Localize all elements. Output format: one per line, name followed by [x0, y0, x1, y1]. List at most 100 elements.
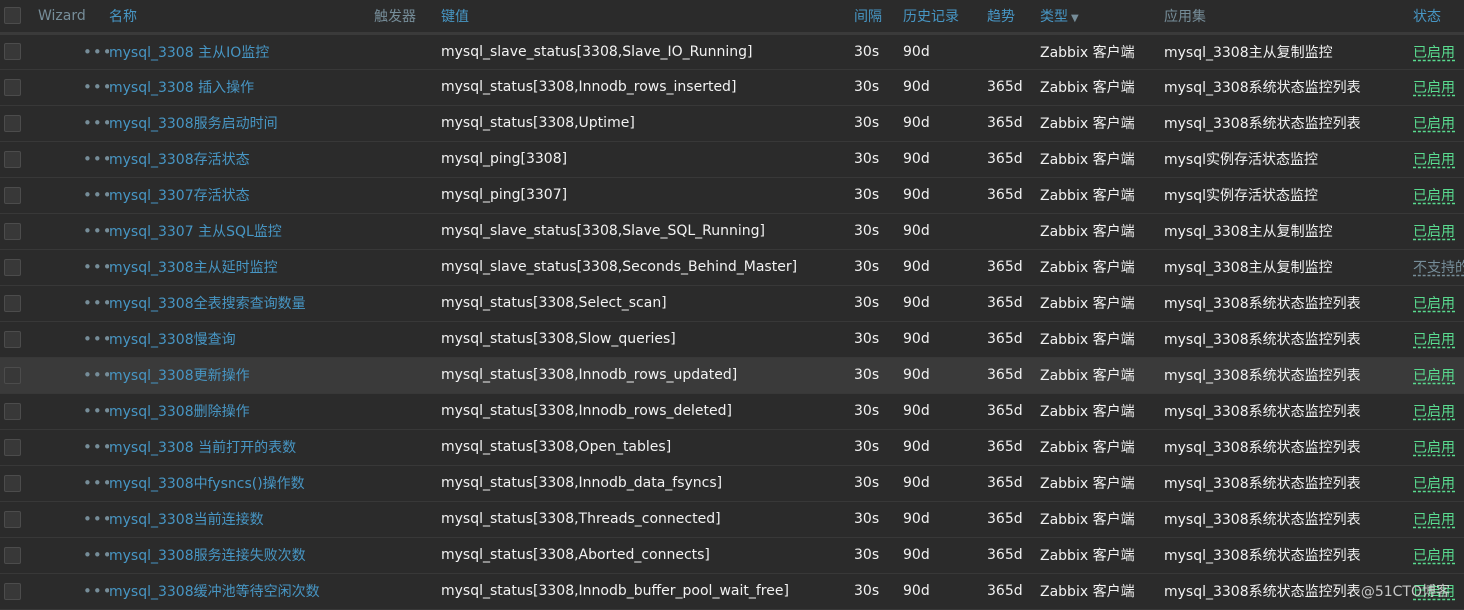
more-actions-icon[interactable]: ••• [38, 78, 109, 96]
more-actions-icon[interactable]: ••• [38, 43, 109, 61]
more-actions-icon[interactable]: ••• [38, 474, 109, 492]
item-status-toggle[interactable]: 已启用 [1413, 332, 1455, 348]
item-name-link[interactable]: mysql_3308当前连接数 [109, 512, 264, 528]
item-interval: 30s [854, 295, 880, 311]
item-name-link[interactable]: mysql_3307 主从SQL监控 [109, 224, 282, 240]
item-triggers [374, 573, 441, 609]
header-history[interactable]: 历史记录 [903, 0, 987, 33]
item-status-toggle[interactable]: 已启用 [1413, 80, 1455, 96]
table-row: •••mysql_3308主从延时监控 mysql_slave_status[33… [0, 249, 1464, 285]
item-application: mysql实例存活状态监控 [1164, 152, 1318, 168]
row-checkbox[interactable] [4, 366, 21, 384]
item-status-toggle[interactable]: 不支持的 [1413, 260, 1464, 276]
item-status-toggle[interactable]: 已启用 [1413, 548, 1455, 564]
item-name-link[interactable]: mysql_3308 主从IO监控 [109, 45, 269, 61]
row-checkbox[interactable] [4, 330, 21, 348]
item-type: Zabbix 客户端 [1040, 332, 1135, 348]
table-row: •••mysql_3307存活状态 mysql_ping[3307] 30s 90d 3… [0, 177, 1464, 213]
row-checkbox[interactable] [4, 402, 21, 420]
item-status-toggle[interactable]: 已启用 [1413, 512, 1455, 528]
more-actions-icon[interactable]: ••• [38, 582, 109, 600]
item-history: 90d [903, 547, 930, 563]
more-actions-icon[interactable]: ••• [38, 546, 109, 564]
item-interval: 30s [854, 331, 880, 347]
item-name-link[interactable]: mysql_3308服务启动时间 [109, 116, 278, 132]
row-checkbox[interactable] [4, 510, 21, 528]
item-status-toggle[interactable]: 已启用 [1413, 224, 1455, 240]
table-body: •••mysql_3308 主从IO监控mysql_slave_status[3… [0, 33, 1464, 609]
item-name-link[interactable]: mysql_3308中fysncs()操作数 [109, 476, 305, 492]
table-row: •••mysql_3308全表搜索查询数量 mysql_status[3308,S… [0, 285, 1464, 321]
more-actions-icon[interactable]: ••• [38, 330, 109, 348]
item-key: mysql_slave_status[3308,Seconds_Behind_M… [441, 259, 798, 275]
item-status-toggle[interactable]: 已启用 [1413, 296, 1455, 312]
item-status-toggle[interactable]: 已启用 [1413, 152, 1455, 168]
more-actions-icon[interactable]: ••• [38, 150, 109, 168]
more-actions-icon[interactable]: ••• [38, 438, 109, 456]
item-trends: 365d [987, 403, 1023, 419]
item-name-link[interactable]: mysql_3307存活状态 [109, 188, 250, 204]
item-status-toggle[interactable]: 已启用 [1413, 440, 1455, 456]
item-name-link[interactable]: mysql_3308更新操作 [109, 368, 250, 384]
item-name-link[interactable]: mysql_3308 插入操作 [109, 80, 254, 96]
row-checkbox[interactable] [4, 78, 21, 96]
item-triggers [374, 69, 441, 105]
item-type: Zabbix 客户端 [1040, 440, 1135, 456]
select-all-checkbox[interactable] [4, 7, 21, 25]
item-name-link[interactable]: mysql_3308慢查询 [109, 332, 236, 348]
item-status-toggle[interactable]: 已启用 [1413, 404, 1455, 420]
more-actions-icon[interactable]: ••• [38, 294, 109, 312]
row-checkbox[interactable] [4, 438, 21, 456]
item-application: mysql_3308主从复制监控 [1164, 260, 1333, 276]
row-checkbox[interactable] [4, 546, 21, 564]
row-checkbox[interactable] [4, 186, 21, 204]
row-checkbox[interactable] [4, 114, 21, 132]
row-checkbox[interactable] [4, 582, 21, 600]
table-row: •••mysql_3308服务连接失败次数 mysql_status[3308,A… [0, 537, 1464, 573]
item-name-link[interactable]: mysql_3308 当前打开的表数 [109, 440, 296, 456]
more-actions-icon[interactable]: ••• [38, 222, 109, 240]
item-history: 90d [903, 511, 930, 527]
more-actions-icon[interactable]: ••• [38, 402, 109, 420]
row-checkbox[interactable] [4, 258, 21, 276]
header-type[interactable]: 类型 ▼ [1040, 0, 1164, 33]
table-row: •••mysql_3308缓冲池等待空闲次数 mysql_status[3308,… [0, 573, 1464, 609]
item-history: 90d [903, 187, 930, 203]
row-checkbox[interactable] [4, 294, 21, 312]
header-key[interactable]: 键值 [441, 0, 854, 33]
item-status-toggle[interactable]: 已启用 [1413, 45, 1455, 61]
more-actions-icon[interactable]: ••• [38, 510, 109, 528]
row-checkbox[interactable] [4, 222, 21, 240]
item-name-link[interactable]: mysql_3308缓冲池等待空闲次数 [109, 584, 320, 600]
header-triggers: 触发器 [374, 8, 416, 25]
item-history: 90d [903, 259, 930, 275]
row-checkbox[interactable] [4, 43, 21, 60]
table-row: •••mysql_3308 主从IO监控 mysql_slave_status[3… [0, 33, 1464, 69]
header-trends[interactable]: 趋势 [987, 0, 1040, 33]
item-name-link[interactable]: mysql_3308全表搜索查询数量 [109, 296, 306, 312]
item-name-link[interactable]: mysql_3308存活状态 [109, 152, 250, 168]
more-actions-icon[interactable]: ••• [38, 114, 109, 132]
header-name[interactable]: 名称 [109, 0, 374, 33]
item-status-toggle[interactable]: 已启用 [1413, 116, 1455, 132]
sort-down-icon: ▼ [1071, 12, 1079, 24]
item-name-link[interactable]: mysql_3308删除操作 [109, 404, 250, 420]
item-application: mysql_3308系统状态监控列表 [1164, 476, 1361, 492]
more-actions-icon[interactable]: ••• [38, 366, 109, 384]
row-checkbox[interactable] [4, 150, 21, 168]
item-type: Zabbix 客户端 [1040, 188, 1135, 204]
item-status-toggle[interactable]: 已启用 [1413, 188, 1455, 204]
item-application: mysql_3308系统状态监控列表 [1164, 440, 1361, 456]
row-checkbox[interactable] [4, 474, 21, 492]
more-actions-icon[interactable]: ••• [38, 186, 109, 204]
more-actions-icon[interactable]: ••• [38, 258, 109, 276]
item-name-link[interactable]: mysql_3308主从延时监控 [109, 260, 278, 276]
item-interval: 30s [854, 439, 880, 455]
item-status-toggle[interactable]: 已启用 [1413, 368, 1455, 384]
item-status-toggle[interactable]: 已启用 [1413, 476, 1455, 492]
header-status[interactable]: 状态 [1413, 0, 1464, 33]
item-application: mysql_3308系统状态监控列表 [1164, 296, 1361, 312]
header-interval[interactable]: 间隔 [854, 0, 903, 33]
item-name-link[interactable]: mysql_3308服务连接失败次数 [109, 548, 306, 564]
table-row: •••mysql_3308慢查询 mysql_status[3308,Slow_q… [0, 321, 1464, 357]
